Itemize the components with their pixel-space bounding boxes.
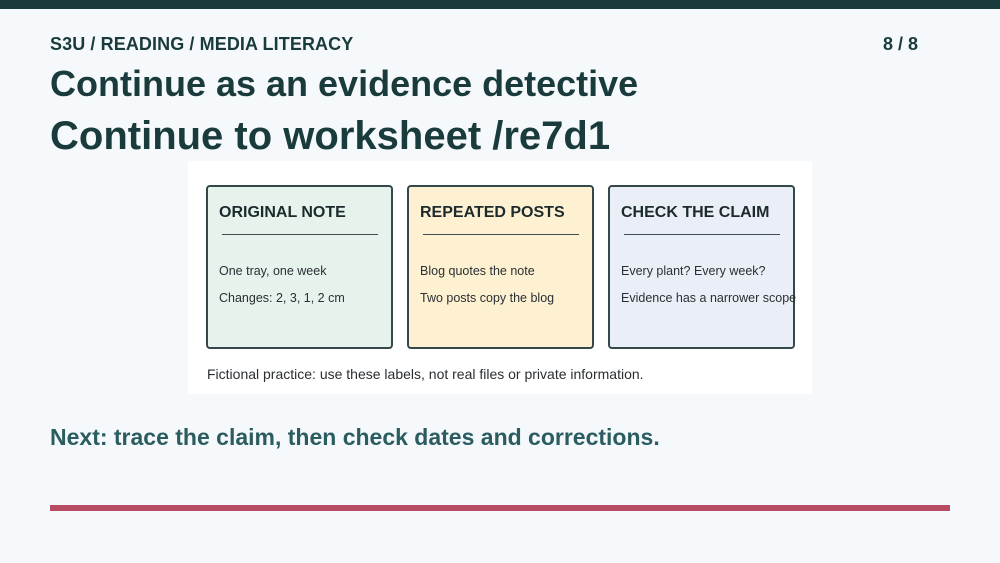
card-title: REPEATED POSTS (420, 204, 565, 221)
card-check-the-claim: CHECK THE CLAIM Every plant? Every week?… (608, 185, 797, 349)
breadcrumb: S3U / READING / MEDIA LITERACY (50, 34, 354, 54)
card-title: ORIGINAL NOTE (219, 204, 346, 221)
card-divider (423, 234, 579, 235)
card-text: Every plant? Every week? (621, 264, 766, 278)
slide-title-primary: Continue as an evidence detective (50, 63, 639, 104)
card-divider (624, 234, 780, 235)
card-text: Two posts copy the blog (420, 291, 555, 305)
bottom-accent-rule (50, 505, 950, 511)
card-title: CHECK THE CLAIM (621, 204, 770, 221)
card-original-note: ORIGINAL NOTE One tray, one week Changes… (206, 185, 393, 349)
figure-caption: Fictional practice: use these labels, no… (207, 366, 644, 382)
top-accent-bar (0, 0, 1000, 9)
evidence-figure: ORIGINAL NOTE One tray, one week Changes… (188, 161, 812, 394)
next-step-text: Next: trace the claim, then check dates … (50, 424, 660, 450)
card-repeated-posts: REPEATED POSTS Blog quotes the note Two … (407, 185, 594, 349)
card-text: Changes: 2, 3, 1, 2 cm (219, 291, 345, 305)
slide-title-secondary: Continue to worksheet /re7d1 (50, 114, 611, 158)
card-text: One tray, one week (219, 264, 327, 278)
card-text: Blog quotes the note (420, 264, 535, 278)
card-divider (222, 234, 378, 235)
card-text: Evidence has a narrower scope (621, 291, 797, 305)
page-counter: 8 / 8 (883, 34, 919, 54)
